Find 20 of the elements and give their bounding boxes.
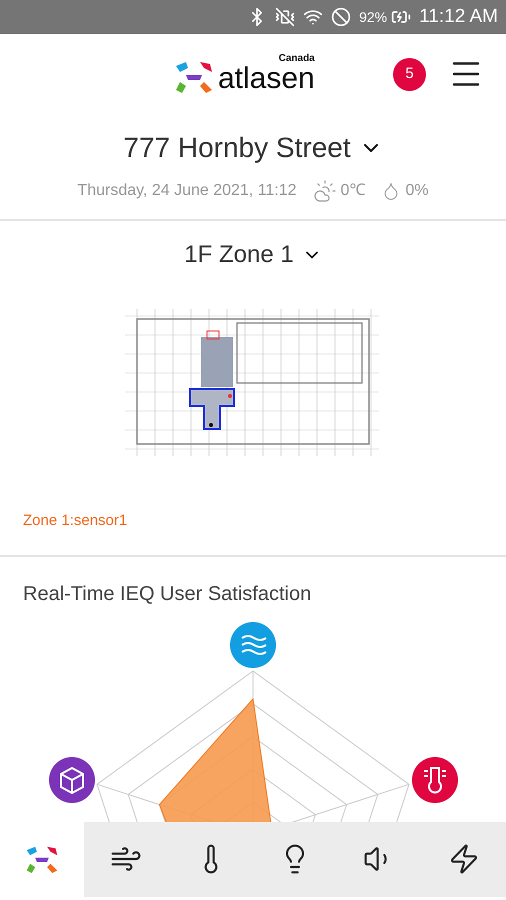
zone-selector[interactable]: 1F Zone 1 (184, 237, 322, 273)
weather-icon (312, 179, 337, 203)
logo-icon[interactable] (25, 844, 60, 874)
section-title: Real-Time IEQ User Satisfaction (23, 582, 312, 606)
temperature: 0℃ (340, 181, 366, 201)
sensor-label: Zone 1:sensor1 (23, 511, 128, 531)
blocked-icon (331, 7, 352, 27)
air-wave-icon (230, 622, 276, 668)
humidity: 0% (405, 181, 429, 201)
logo-wordmark: atlasen (218, 64, 315, 94)
notification-badge[interactable]: 5 (393, 58, 426, 91)
date-time: Thursday, 24 June 2021, 11:12 (77, 181, 297, 201)
logo-region: Canada (278, 54, 315, 64)
logo-icon (174, 60, 214, 94)
building-selector[interactable]: 777 Hornby Street (123, 127, 383, 169)
battery-percent: 92% (359, 8, 388, 26)
cube-icon (49, 756, 95, 802)
clock: 11:12 AM (419, 4, 498, 29)
thermometer-icon (412, 756, 458, 802)
vibrate-off-icon (275, 7, 296, 27)
